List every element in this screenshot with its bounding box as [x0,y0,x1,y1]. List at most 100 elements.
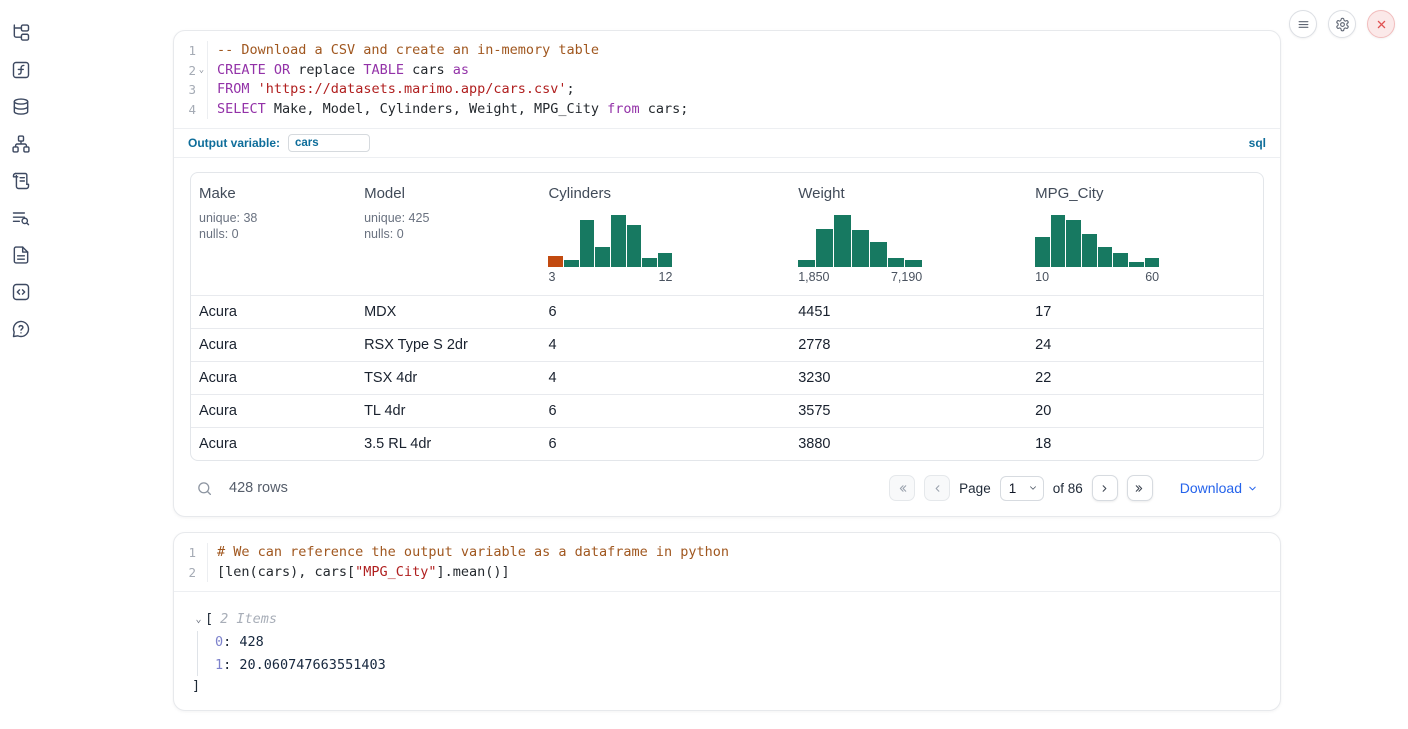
page-select[interactable]: 1 [1000,476,1044,501]
language-badge: sql [1249,136,1266,150]
table-row: AcuraMDX6445117 [191,295,1263,328]
row-count: 428 rows [229,480,288,496]
histogram-axis-labels: 10 60 [1035,270,1159,284]
item-value: 20.060747663551403 [239,657,385,673]
scratchpad-search-icon[interactable] [11,207,32,228]
item-index: 0 [215,634,223,650]
fold-chevron-icon[interactable]: ⌄ [196,61,207,81]
code-line: CREATE OR replace TABLE cars as [217,61,688,81]
table-cell: RSX Type S 2dr [356,337,540,353]
column-header-mpg_city: MPG_City 10 60 [1027,173,1263,295]
sql-code: -- Download a CSV and create an in-memor… [208,41,688,119]
column-name[interactable]: Model [364,185,532,202]
column-name[interactable]: Weight [798,185,1019,202]
table-row: AcuraRSX Type S 2dr4277824 [191,328,1263,361]
line-number: 1 [174,41,207,61]
page-select-value: 1 [1009,481,1017,496]
column-name[interactable]: Make [199,185,348,202]
table-cell: 2778 [790,337,1027,353]
column-stat: unique: 38 [199,211,348,225]
previous-page-button[interactable] [924,475,950,501]
column-header-weight: Weight1,8507,190 [790,173,1027,295]
histogram-bar [611,215,626,267]
download-label: Download [1180,480,1242,496]
snippets-icon[interactable] [11,281,32,302]
pagination: Page 1 of 86 Download [889,475,1258,501]
table-cell: Acura [191,337,356,353]
table-cell: 4451 [790,304,1027,320]
table-header: Makeunique: 38nulls: 0Modelunique: 425nu… [191,173,1263,295]
datasources-icon[interactable] [11,96,32,117]
chevron-down-icon [1247,483,1258,494]
help-icon[interactable] [11,318,32,339]
table-cell: TL 4dr [356,403,540,419]
next-page-button[interactable] [1092,475,1118,501]
column-histogram [1035,215,1159,267]
column-name[interactable]: MPG_City [1035,185,1255,202]
histogram-bar [580,220,595,267]
sql-code-editor[interactable]: 12⌄34 -- Download a CSV and create an in… [174,31,1280,128]
column-name[interactable]: Cylinders [548,185,782,202]
line-number: 2⌄ [174,61,207,81]
histogram-bar [564,260,579,267]
histogram-bar [1066,220,1081,267]
column-histogram [798,215,922,267]
histogram-axis-labels: 312 [548,270,672,284]
histogram-bar [1129,262,1144,267]
sidebar [0,0,42,729]
histogram-bar [1145,258,1160,267]
output-list-item: 1: 20.060747663551403 [215,654,1262,677]
table-cell: 3575 [790,403,1027,419]
output-variable-input[interactable] [288,134,370,152]
column-histogram [548,215,672,267]
dependency-graph-icon[interactable] [11,133,32,154]
output-list-entries: 0: 4281: 20.060747663551403 [197,631,1262,676]
histogram-bar [1051,215,1066,267]
table-cell: Acura [191,436,356,452]
column-header-model: Modelunique: 425nulls: 0 [356,173,540,295]
table-cell: 3880 [790,436,1027,452]
shutdown-close-icon[interactable] [1367,10,1395,38]
search-icon[interactable] [196,480,213,497]
line-number: 2 [174,563,207,583]
last-page-button[interactable] [1127,475,1153,501]
menu-icon[interactable] [1289,10,1317,38]
table-cell: 4 [540,370,790,386]
axis-max-label: 60 [1145,270,1159,284]
histogram-bar [627,225,642,267]
table-cell: 3.5 RL 4dr [356,436,540,452]
table-row: AcuraTSX 4dr4323022 [191,361,1263,394]
table-cell: 17 [1027,304,1263,320]
histogram-bar [548,256,563,267]
python-cell-output: ⌄ [ 2 Items 0: 4281: 20.060747663551403 … [174,591,1280,710]
line-number-gutter: 12⌄34 [174,41,208,119]
axis-min-label: 10 [1035,270,1049,284]
output-variable-row: Output variable: sql [174,128,1280,157]
settings-gear-icon[interactable] [1328,10,1356,38]
open-bracket: [ [205,611,213,627]
logs-icon[interactable] [11,170,32,191]
item-index: 1 [215,657,223,673]
table-cell: 24 [1027,337,1263,353]
histogram-bar [798,260,815,267]
chevron-down-icon [1028,483,1038,493]
data-table: Makeunique: 38nulls: 0Modelunique: 425nu… [190,172,1264,461]
code-line: -- Download a CSV and create an in-memor… [217,41,688,61]
page-total-label: of 86 [1053,481,1083,496]
collapse-chevron-icon[interactable]: ⌄ [192,614,205,625]
python-code-editor[interactable]: 12 # We can reference the output variabl… [174,533,1280,591]
file-tree-icon[interactable] [11,22,32,43]
item-value: 428 [239,634,263,650]
histogram-bar [870,242,887,267]
histogram-bar [595,247,610,267]
documentation-icon[interactable] [11,244,32,265]
sql-cell: 12⌄34 -- Download a CSV and create an in… [173,30,1281,517]
line-number: 4 [174,100,207,120]
output-variable-label: Output variable: [188,136,280,150]
histogram-bar [1035,237,1050,267]
download-button[interactable]: Download [1180,480,1258,496]
run-function-icon[interactable] [11,59,32,80]
histogram-bar [905,260,922,267]
first-page-button[interactable] [889,475,915,501]
python-code: # We can reference the output variable a… [208,543,729,582]
